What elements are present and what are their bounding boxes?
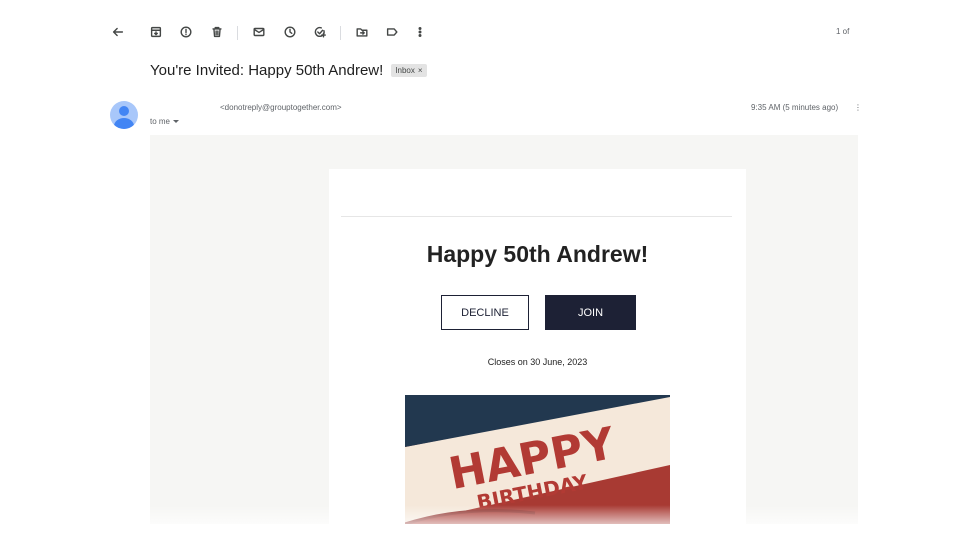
sender-email[interactable]: <donotreply@grouptogether.com>	[220, 103, 342, 112]
move-to-icon[interactable]	[352, 22, 372, 42]
more-vert-icon[interactable]	[410, 22, 430, 42]
toolbar-divider	[237, 26, 238, 40]
pagination-text: 1 of	[836, 27, 850, 36]
chip-remove-icon[interactable]: ×	[418, 66, 423, 75]
snooze-icon[interactable]	[280, 22, 300, 42]
subject-row: You're Invited: Happy 50th Andrew! Inbox…	[150, 62, 427, 79]
message-timestamp: 9:35 AM (5 minutes ago)	[751, 103, 839, 112]
chevron-down-icon	[173, 120, 180, 123]
divider	[341, 216, 732, 217]
invitation-card: Happy 50th Andrew! DECLINE JOIN Closes o…	[329, 169, 746, 524]
recipient-label: to me	[150, 117, 171, 126]
inbox-label-chip[interactable]: Inbox ×	[391, 64, 427, 77]
toolbar-divider	[340, 26, 341, 40]
birthday-banner-image: HAPPY BIRTHDAY	[405, 395, 670, 524]
closing-date-text: Closes on 30 June, 2023	[487, 357, 588, 367]
decline-button[interactable]: DECLINE	[441, 295, 529, 330]
toolbar: 1 of	[0, 18, 960, 46]
email-subject: You're Invited: Happy 50th Andrew!	[150, 62, 384, 79]
archive-icon[interactable]	[146, 22, 166, 42]
delete-icon[interactable]	[207, 22, 227, 42]
mark-unread-icon[interactable]	[249, 22, 269, 42]
chip-label: Inbox	[395, 66, 415, 75]
join-button[interactable]: JOIN	[545, 295, 636, 330]
recipient-dropdown[interactable]: to me	[150, 117, 180, 126]
message-more-icon[interactable]: ⋮	[854, 103, 862, 112]
label-icon[interactable]	[382, 22, 402, 42]
report-spam-icon[interactable]	[176, 22, 196, 42]
back-arrow-icon[interactable]	[108, 22, 128, 42]
add-task-icon[interactable]	[310, 22, 330, 42]
avatar	[110, 101, 138, 129]
invitation-headline: Happy 50th Andrew!	[426, 241, 649, 267]
